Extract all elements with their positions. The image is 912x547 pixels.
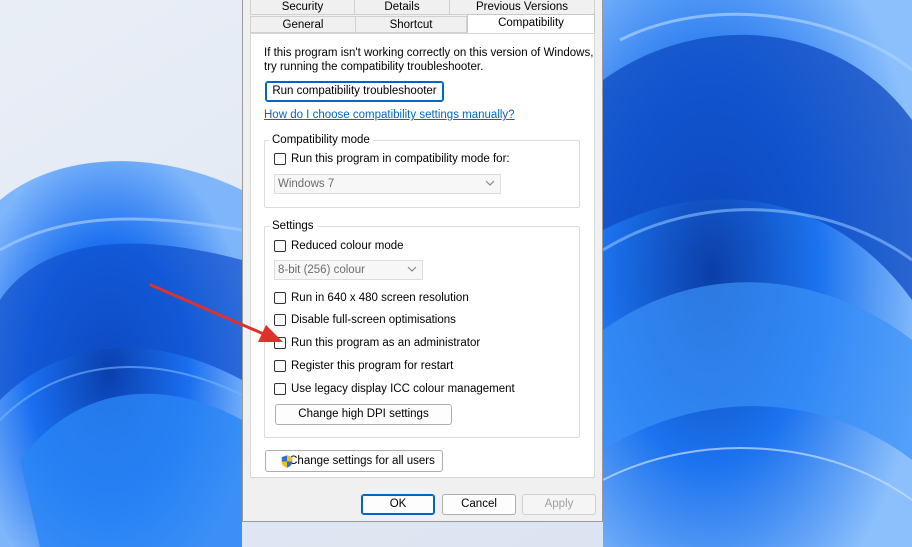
- compat-os-select[interactable]: Windows 7: [274, 174, 501, 194]
- tab-compatibility[interactable]: Compatibility: [467, 14, 595, 33]
- reduced-colour-label: Reduced colour mode: [291, 240, 404, 252]
- compat-mode-checkbox[interactable]: [274, 153, 286, 165]
- compatibility-mode-title: Compatibility mode: [269, 134, 373, 146]
- option-label: Register this program for restart: [291, 360, 454, 372]
- option-row[interactable]: Run in 640 x 480 screen resolution: [274, 290, 469, 306]
- change-dpi-button[interactable]: Change high DPI settings: [275, 404, 452, 425]
- reduced-colour-row[interactable]: Reduced colour mode: [274, 238, 404, 254]
- option-checkbox[interactable]: [274, 360, 286, 372]
- option-row[interactable]: Disable full-screen optimisations: [274, 312, 456, 328]
- compat-os-value: Windows 7: [278, 178, 335, 190]
- compat-mode-label: Run this program in compatibility mode f…: [291, 153, 510, 165]
- chevron-down-icon: [485, 180, 495, 186]
- compatibility-panel: If this program isn't working correctly …: [250, 33, 595, 478]
- change-settings-all-users-button[interactable]: Change settings for all users: [265, 450, 443, 472]
- apply-button[interactable]: Apply: [522, 494, 596, 515]
- option-checkbox[interactable]: [274, 292, 286, 304]
- intro-text-line2: try running the compatibility troublesho…: [264, 61, 484, 73]
- settings-title: Settings: [269, 220, 317, 232]
- help-link[interactable]: How do I choose compatibility settings m…: [264, 109, 515, 121]
- option-label: Run in 640 x 480 screen resolution: [291, 292, 469, 304]
- option-checkbox[interactable]: [274, 383, 286, 395]
- tab-previous-versions[interactable]: Previous Versions: [449, 0, 595, 15]
- properties-dialog: Security Details Previous Versions Gener…: [242, 0, 603, 522]
- reduced-colour-checkbox[interactable]: [274, 240, 286, 252]
- run-as-admin-row[interactable]: Run this program as an administrator: [274, 335, 480, 351]
- uac-shield-icon: [281, 455, 293, 468]
- all-users-label: Change settings for all users: [289, 455, 435, 467]
- tab-details[interactable]: Details: [354, 0, 450, 15]
- colour-depth-select[interactable]: 8-bit (256) colour: [274, 260, 423, 280]
- run-as-admin-label: Run this program as an administrator: [291, 337, 481, 349]
- option-label: Disable full-screen optimisations: [291, 314, 456, 326]
- option-label: Use legacy display ICC colour management: [291, 383, 515, 395]
- option-checkbox[interactable]: [274, 314, 286, 326]
- colour-depth-value: 8-bit (256) colour: [278, 264, 365, 276]
- chevron-down-icon: [407, 266, 417, 272]
- tab-shortcut[interactable]: Shortcut: [355, 16, 467, 33]
- run-as-admin-checkbox[interactable]: [274, 337, 286, 349]
- run-troubleshooter-button[interactable]: Run compatibility troubleshooter: [265, 81, 444, 102]
- compat-mode-checkbox-row[interactable]: Run this program in compatibility mode f…: [274, 151, 510, 167]
- tab-general[interactable]: General: [250, 16, 356, 33]
- tab-security[interactable]: Security: [250, 0, 355, 15]
- option-row[interactable]: Register this program for restart: [274, 358, 453, 374]
- ok-button[interactable]: OK: [361, 494, 435, 515]
- cancel-button[interactable]: Cancel: [442, 494, 516, 515]
- option-row[interactable]: Use legacy display ICC colour management: [274, 381, 515, 397]
- intro-text-line1: If this program isn't working correctly …: [264, 47, 594, 59]
